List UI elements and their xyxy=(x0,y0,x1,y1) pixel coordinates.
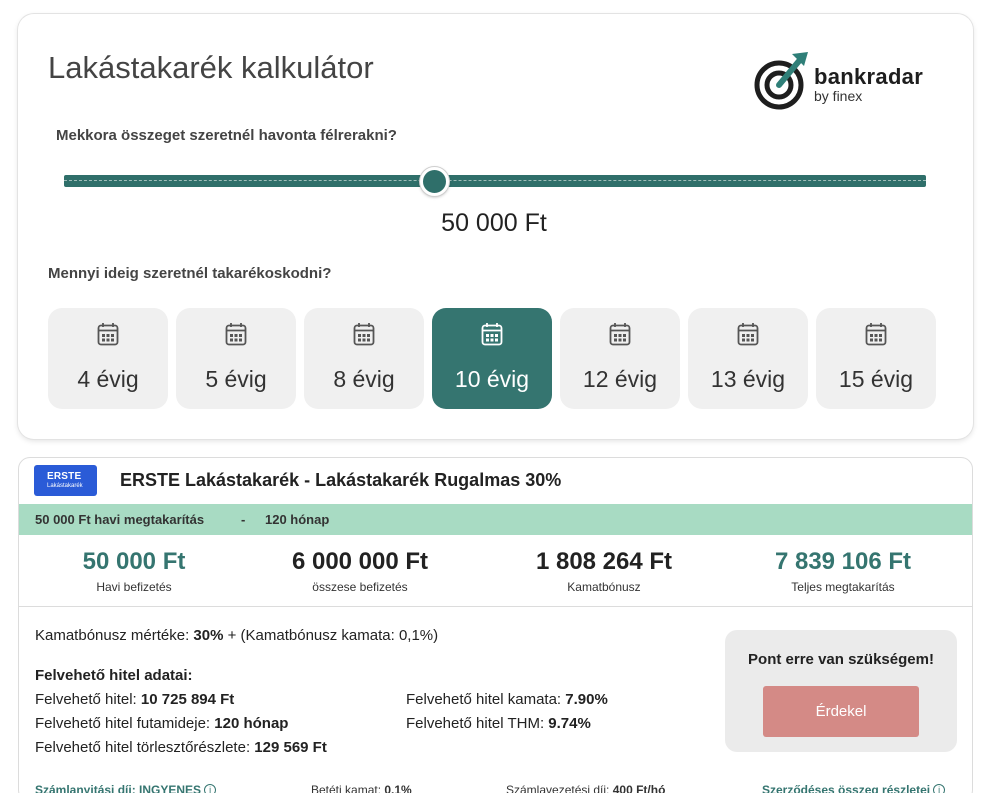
stat-value: 7 839 106 Ft xyxy=(774,548,912,575)
stat-label: Teljes megtakarítás xyxy=(791,580,895,594)
period-label: 13 évig xyxy=(710,366,786,392)
contract-details-text: Szerződéses összeg részletei xyxy=(762,783,931,793)
account-fee-label: Számlavezetési díj: xyxy=(506,783,613,793)
loan-term-line: Felvehető hitel futamideje: 120 hónap xyxy=(35,715,288,732)
target-arrow-icon xyxy=(754,52,808,110)
bankradar-logo[interactable]: bankradar by finex xyxy=(752,52,942,118)
loan-term-value: 120 hónap xyxy=(214,715,289,732)
calendar-icon xyxy=(225,323,247,346)
bank-logo-subtext: Lakástakarék xyxy=(47,483,83,489)
period-option-15[interactable]: 15 évig xyxy=(816,308,936,409)
stat-label: Kamatbónusz xyxy=(567,580,641,594)
calendar-icon xyxy=(353,323,375,346)
period-label: 12 évig xyxy=(582,366,658,392)
loan-installment-line: Felvehető hitel törlesztőrészlete: 129 5… xyxy=(35,739,327,756)
opening-fee-text: Számlanyitási díj: INGYENES xyxy=(35,783,202,793)
calendar-icon xyxy=(609,323,631,346)
loan-heading: Felvehető hitel adatai: xyxy=(35,667,193,684)
bonus-rate-label: Kamatbónusz mértéke: xyxy=(35,627,194,644)
erste-bank-logo: ERSTE Lakástakarék xyxy=(34,465,97,496)
stat-label: összese befizetés xyxy=(312,580,408,594)
stat-value: 1 808 264 Ft xyxy=(535,548,673,575)
loan-thm-line: Felvehető hitel THM: 9.74% xyxy=(406,715,591,732)
stat-monthly-payment: 50 000 Ft Havi befizetés xyxy=(19,548,249,594)
amount-question: Mekkora összeget szeretnél havonta félre… xyxy=(56,127,397,144)
offer-summary-band: 50 000 Ft havi megtakarítás - 120 hónap xyxy=(19,504,972,535)
stat-interest-bonus: 1 808 264 Ft Kamatbónusz xyxy=(489,548,719,594)
loan-amount-value: 10 725 894 Ft xyxy=(140,691,235,708)
bank-logo-text: ERSTE xyxy=(47,471,82,482)
loan-installment-value: 129 569 Ft xyxy=(254,739,327,756)
calculator-card: Lakástakarék kalkulátor bankradar by fin… xyxy=(18,14,973,439)
period-label: 15 évig xyxy=(838,366,914,392)
period-option-12[interactable]: 12 évig xyxy=(560,308,680,409)
offer-card: ERSTE Lakástakarék ERSTE Lakástakarék - … xyxy=(18,457,973,793)
period-option-10[interactable]: 10 évig xyxy=(432,308,552,409)
stat-total-payment: 6 000 000 Ft összese befizetés xyxy=(245,548,475,594)
section-divider xyxy=(19,606,972,607)
amount-slider-thumb[interactable] xyxy=(420,167,450,196)
logo-subtitle: by finex xyxy=(814,88,863,104)
loan-thm-value: 9.74% xyxy=(548,715,591,732)
bonus-rate-suffix: + (Kamatbónusz kamata: 0,1%) xyxy=(223,627,439,644)
band-monthly: 50 000 Ft havi megtakarítás xyxy=(35,512,205,527)
loan-rate-line: Felvehető hitel kamata: 7.90% xyxy=(406,691,608,708)
cta-box: Pont erre van szükségem! Érdekel xyxy=(725,630,957,752)
calendar-icon xyxy=(481,323,503,346)
deposit-rate-label: Betéti kamat: xyxy=(311,783,385,793)
band-separator: - xyxy=(241,512,246,527)
period-option-13[interactable]: 13 évig xyxy=(688,308,808,409)
offer-title: ERSTE Lakástakarék - Lakástakarék Rugalm… xyxy=(120,470,562,490)
period-option-4[interactable]: 4 évig xyxy=(48,308,168,409)
loan-amount-line: Felvehető hitel: 10 725 894 Ft xyxy=(35,691,234,708)
period-label: 10 évig xyxy=(454,366,530,392)
info-icon[interactable]: i xyxy=(933,784,946,793)
deposit-rate-line: Betéti kamat: 0,1% xyxy=(311,783,412,793)
calendar-icon xyxy=(97,323,119,346)
calendar-icon xyxy=(865,323,887,346)
loan-amount-label: Felvehető hitel: xyxy=(35,691,141,708)
stat-total-savings: 7 839 106 Ft Teljes megtakarítás xyxy=(728,548,958,594)
loan-rate-value: 7.90% xyxy=(565,691,608,708)
page-title: Lakástakarék kalkulátor xyxy=(48,50,374,85)
band-months: 120 hónap xyxy=(265,512,330,527)
stat-value: 50 000 Ft xyxy=(82,548,186,575)
period-option-5[interactable]: 5 évig xyxy=(176,308,296,409)
period-option-8[interactable]: 8 évig xyxy=(304,308,424,409)
opening-fee-line[interactable]: Számlanyitási díj: INGYENES i xyxy=(35,783,217,793)
bonus-rate-line: Kamatbónusz mértéke: 30% + (Kamatbónusz … xyxy=(35,627,438,644)
account-fee-line: Számlavezetési díj: 400 Ft/hó xyxy=(506,783,665,793)
account-fee-value: 400 Ft/hó xyxy=(612,783,666,793)
amount-slider-track[interactable] xyxy=(64,175,926,187)
loan-installment-label: Felvehető hitel törlesztőrészlete: xyxy=(35,739,255,756)
period-label: 4 évig xyxy=(77,366,139,392)
loan-term-label: Felvehető hitel futamideje: xyxy=(35,715,215,732)
info-icon[interactable]: i xyxy=(204,784,217,793)
bonus-rate-value: 30% xyxy=(193,627,224,644)
deposit-rate-value: 0,1% xyxy=(384,783,412,793)
stat-value: 6 000 000 Ft xyxy=(291,548,429,575)
duration-question: Mennyi ideig szeretnél takarékoskodni? xyxy=(48,265,332,282)
logo-name: bankradar xyxy=(814,64,924,89)
loan-rate-label: Felvehető hitel kamata: xyxy=(406,691,566,708)
cta-title: Pont erre van szükségem! xyxy=(748,651,934,668)
calendar-icon xyxy=(737,323,759,346)
amount-value: 50 000 Ft xyxy=(441,209,547,237)
loan-thm-label: Felvehető hitel THM: xyxy=(406,715,549,732)
interested-button[interactable]: Érdekel xyxy=(763,686,919,737)
period-label: 5 évig xyxy=(205,366,267,392)
period-label: 8 évig xyxy=(333,366,395,392)
stat-label: Havi befizetés xyxy=(96,580,172,594)
contract-details-link[interactable]: Szerződéses összeg részletei i xyxy=(762,783,946,793)
